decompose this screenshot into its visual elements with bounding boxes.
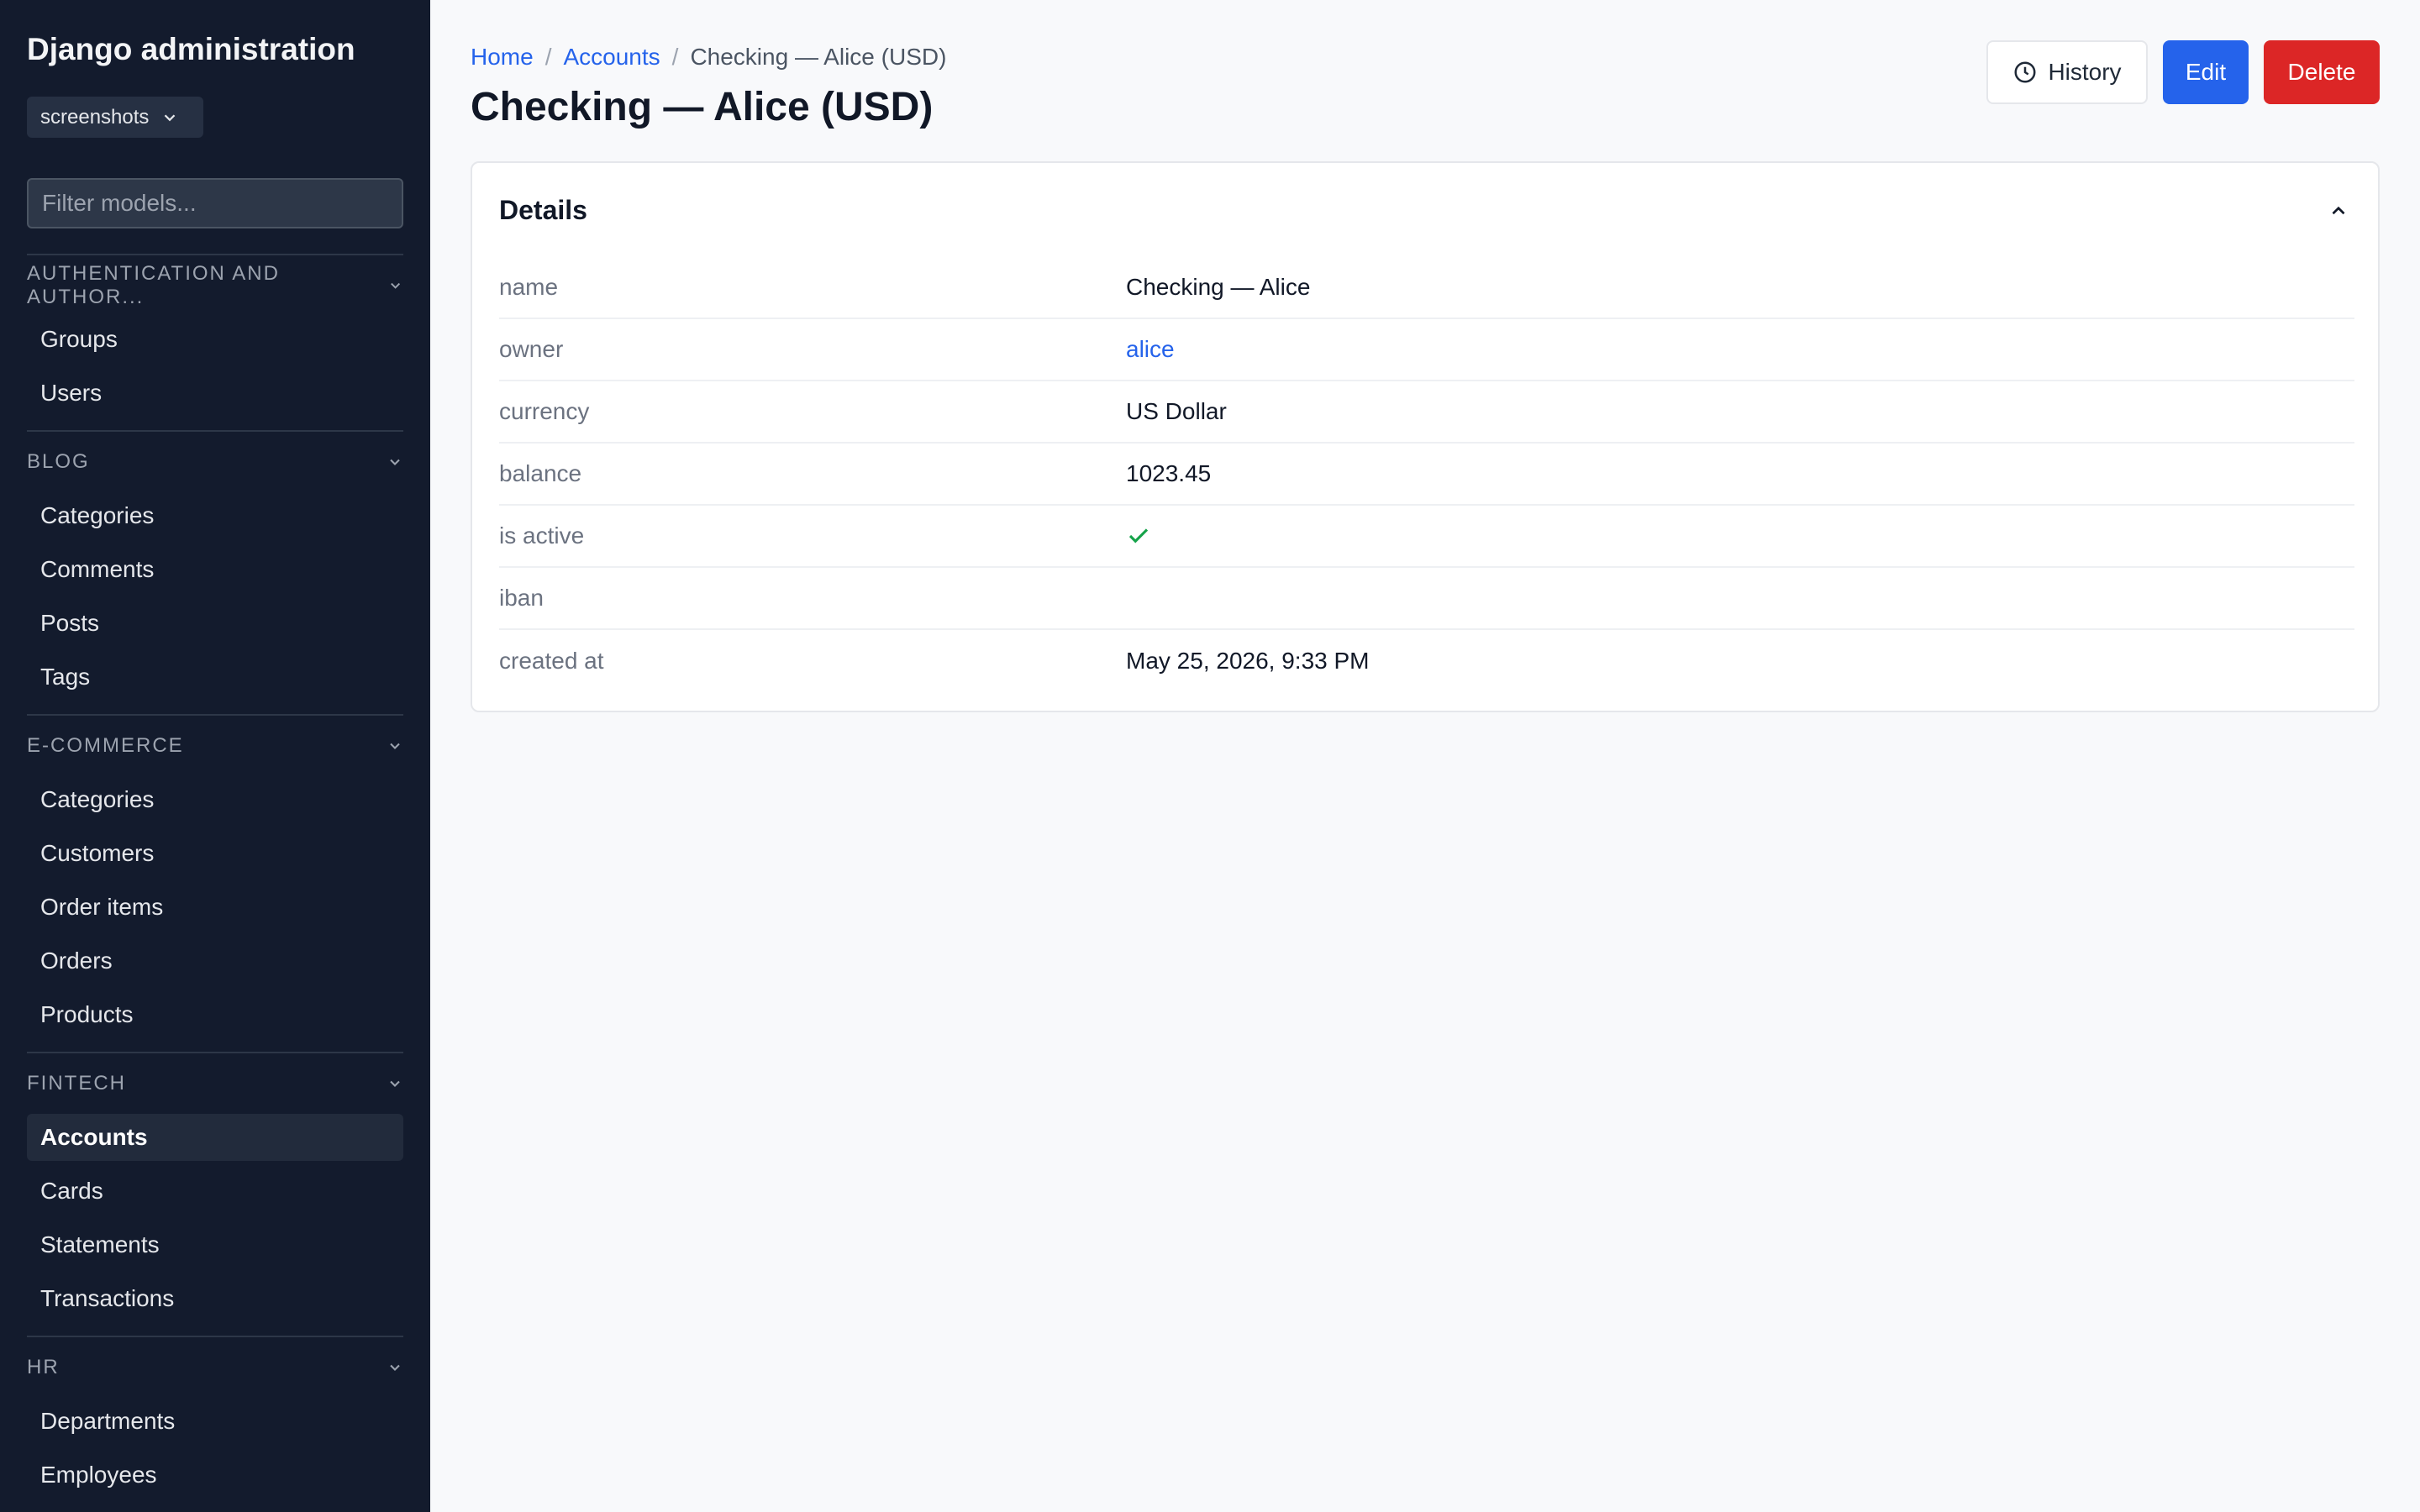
group-hr: HR Departments Employees [27,1336,403,1499]
sidebar-item-shop-categories[interactable]: Categories [27,776,403,823]
group-header-blog[interactable]: BLOG [27,430,403,486]
page-title: Checking — Alice (USD) [471,85,934,129]
field-row-name: name Checking — Alice [499,257,2354,319]
group-title: BLOG [27,450,90,473]
field-value: Checking — Alice [1126,274,1311,300]
chevron-down-icon [165,113,176,121]
field-label: iban [499,585,544,611]
main-content: Home / Accounts / Checking — Alice (USD)… [430,0,2420,1512]
site-switcher[interactable]: screenshots [27,97,203,138]
group-header-fintech[interactable]: FINTECH [27,1052,403,1107]
field-row-currency: currency US Dollar [499,381,2354,444]
group-blog: BLOG Categories Comments Posts Tags [27,430,403,701]
sidebar-item-tags[interactable]: Tags [27,654,403,701]
sidebar-item-groups[interactable]: Groups [27,316,403,363]
group-title: E-COMMERCE [27,734,184,757]
sidebar: Django administration screenshots AUTHEN… [0,0,430,1512]
sidebar-item-orders[interactable]: Orders [27,937,403,984]
breadcrumb-accounts[interactable]: Accounts [563,44,660,71]
sidebar-item-accounts[interactable]: Accounts [27,1114,403,1161]
chevron-down-icon [390,282,400,289]
filter-models-input[interactable] [27,178,403,228]
chevron-down-icon [390,459,400,465]
group-fintech: FINTECH Accounts Cards Statements Transa… [27,1052,403,1322]
sidebar-item-departments[interactable]: Departments [27,1398,403,1445]
details-card: Details name Checking — Alice owner alic… [471,161,2380,712]
chevron-up-icon[interactable] [2328,200,2349,222]
field-label: balance [499,460,582,486]
chevron-down-icon [390,1080,400,1087]
field-value: US Dollar [1126,398,1227,424]
brand-title[interactable]: Django administration [27,32,355,67]
sidebar-item-order-items[interactable]: Order items [27,884,403,931]
field-label: is active [499,522,585,549]
chevron-down-icon [390,743,400,749]
breadcrumb-separator: / [671,44,679,70]
sidebar-item-blog-categories[interactable]: Categories [27,492,403,539]
details-title: Details [499,195,587,225]
details-fields: name Checking — Alice owner alice curren… [499,257,2354,692]
field-row-owner: owner alice [499,319,2354,381]
field-row-is-active: is active [499,506,2354,568]
checkmark-icon [1128,528,1149,543]
group-header-ecommerce[interactable]: E-COMMERCE [27,714,403,769]
breadcrumb-current: Checking — Alice (USD) [690,44,947,70]
group-header-auth[interactable]: AUTHENTICATION AND AUTHOR... [27,254,403,309]
sidebar-item-customers[interactable]: Customers [27,830,403,877]
sidebar-item-users[interactable]: Users [27,370,403,417]
sidebar-item-comments[interactable]: Comments [27,546,403,593]
edit-button[interactable]: Edit [2163,40,2249,104]
group-title: HR [27,1356,60,1378]
sidebar-item-products[interactable]: Products [27,991,403,1038]
sidebar-item-cards[interactable]: Cards [27,1168,403,1215]
history-button-label: History [2048,59,2122,85]
owner-link[interactable]: alice [1126,336,1175,363]
field-label: currency [499,398,590,424]
admin-app: Django administration screenshots AUTHEN… [0,0,2420,1512]
group-header-hr[interactable]: HR [27,1336,403,1391]
delete-button[interactable]: Delete [2264,40,2380,104]
group-ecommerce: E-COMMERCE Categories Customers Order it… [27,714,403,1038]
field-value: May 25, 2026, 9:33 PM [1126,648,1370,674]
breadcrumb-separator: / [544,44,552,70]
field-value: 1023.45 [1126,460,1212,486]
group-title: AUTHENTICATION AND AUTHOR... [27,262,280,308]
field-row-created-at: created at May 25, 2026, 9:33 PM [499,630,2354,692]
clock-icon [2014,61,2036,83]
group-auth: AUTHENTICATION AND AUTHOR... Groups User… [27,254,403,417]
breadcrumb: Home / Accounts / Checking — Alice (USD) [471,44,946,71]
chevron-down-icon [390,1364,400,1371]
field-row-balance: balance 1023.45 [499,444,2354,506]
site-switcher-label: screenshots [40,105,150,129]
field-label: name [499,274,559,300]
sidebar-item-employees[interactable]: Employees [27,1452,403,1499]
breadcrumb-home[interactable]: Home [471,44,534,71]
sidebar-item-transactions[interactable]: Transactions [27,1275,403,1322]
history-button[interactable]: History [1986,40,2148,104]
field-label: owner [499,336,564,362]
field-label: created at [499,648,604,674]
group-title: FINTECH [27,1072,126,1095]
sidebar-item-posts[interactable]: Posts [27,600,403,647]
field-row-iban: iban [499,568,2354,630]
sidebar-item-statements[interactable]: Statements [27,1221,403,1268]
page-actions: History Edit Delete [1986,40,2380,104]
